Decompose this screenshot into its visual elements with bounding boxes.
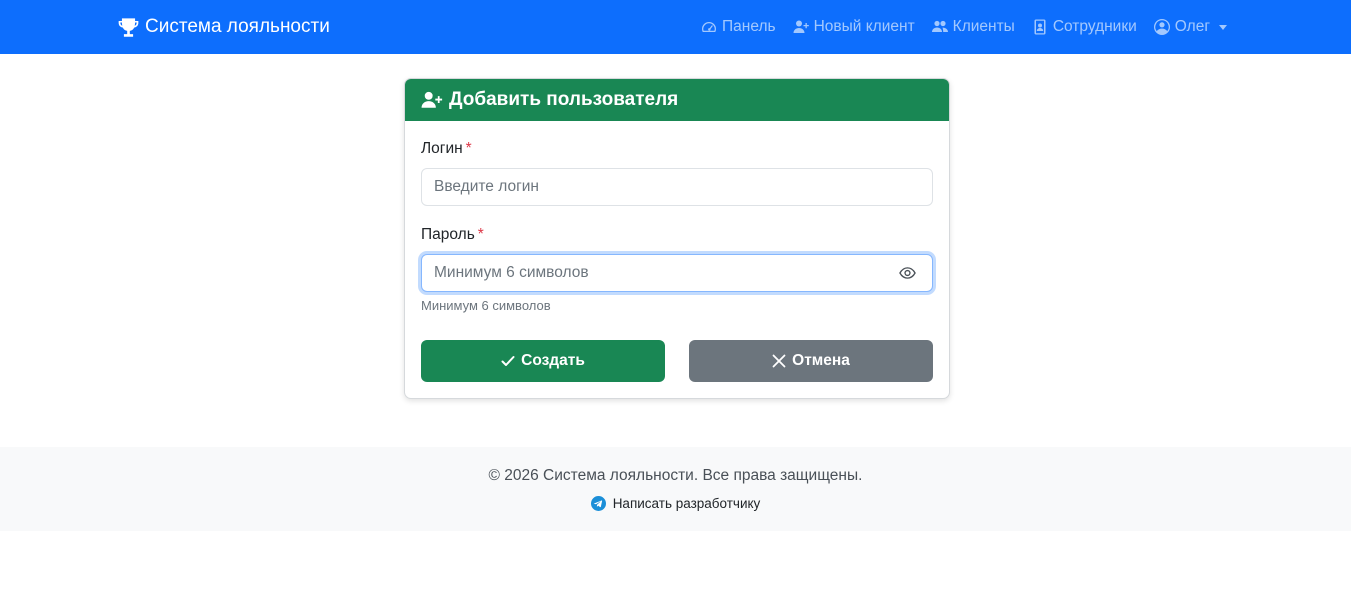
form-title: Добавить пользователя — [449, 89, 679, 110]
required-mark: * — [465, 140, 472, 157]
badge-icon — [1034, 19, 1046, 35]
card-header: Добавить пользователя — [405, 79, 949, 121]
nav-links: Панель Новый клиент Клиенты Сотрудники О… — [701, 15, 1227, 39]
create-button-label: Создать — [521, 352, 585, 369]
nav-label-employees: Сотрудники — [1052, 18, 1137, 35]
cancel-button-label: Отмена — [792, 352, 850, 369]
nav-item-dashboard[interactable]: Панель — [701, 18, 776, 36]
copyright-text: © 2026 Система лояльности. Все права защ… — [488, 467, 863, 484]
login-label-text: Логин — [421, 140, 463, 157]
person-circle-icon — [1153, 19, 1170, 35]
user-name: Олег — [1174, 18, 1210, 35]
brand-title: Система лояльности — [145, 16, 330, 37]
login-placeholder: Введите логин — [434, 178, 539, 195]
cancel-button[interactable]: Отмена — [689, 340, 933, 382]
person-plus-icon — [421, 91, 443, 108]
required-mark: * — [477, 226, 484, 243]
close-icon — [772, 354, 786, 368]
add-user-card: Добавить пользователя Логин * Введите лог… — [404, 78, 950, 399]
contact-developer-label: Написать разработчику — [612, 496, 761, 511]
person-plus-icon — [793, 20, 809, 33]
nav-label-new-client: Новый клиент — [813, 18, 915, 35]
contact-developer-link[interactable]: Написать разработчику — [0, 496, 1351, 511]
chevron-down-icon — [1219, 24, 1227, 30]
nav-item-employees[interactable]: Сотрудники — [1032, 18, 1137, 36]
password-hint: Минимум 6 символов — [421, 298, 551, 313]
create-button[interactable]: Создать — [421, 340, 665, 382]
user-menu-dropdown[interactable]: Олег — [1153, 18, 1227, 36]
password-placeholder: Минимум 6 символов — [434, 264, 589, 281]
password-label-text: Пароль — [421, 226, 475, 243]
login-label: Логин * — [421, 140, 472, 158]
eye-icon[interactable] — [899, 266, 916, 280]
password-label: Пароль * — [421, 226, 484, 244]
password-input[interactable]: Минимум 6 символов — [421, 254, 933, 292]
check-icon — [501, 356, 515, 366]
telegram-icon — [590, 496, 606, 511]
trophy-icon — [118, 17, 139, 37]
login-input[interactable]: Введите логин — [421, 168, 933, 206]
navbar: Система лояльности Панель Новый клиент К… — [0, 0, 1351, 54]
nav-label-clients: Клиенты — [952, 18, 1015, 35]
people-icon — [931, 20, 948, 32]
brand-link[interactable]: Система лояльности — [118, 14, 330, 40]
nav-item-new-client[interactable]: Новый клиент — [793, 18, 915, 36]
nav-item-clients[interactable]: Клиенты — [931, 18, 1015, 36]
footer: © 2026 Система лояльности. Все права защ… — [0, 447, 1351, 531]
nav-label-dashboard: Панель — [722, 18, 776, 35]
speedometer-icon — [702, 22, 717, 32]
